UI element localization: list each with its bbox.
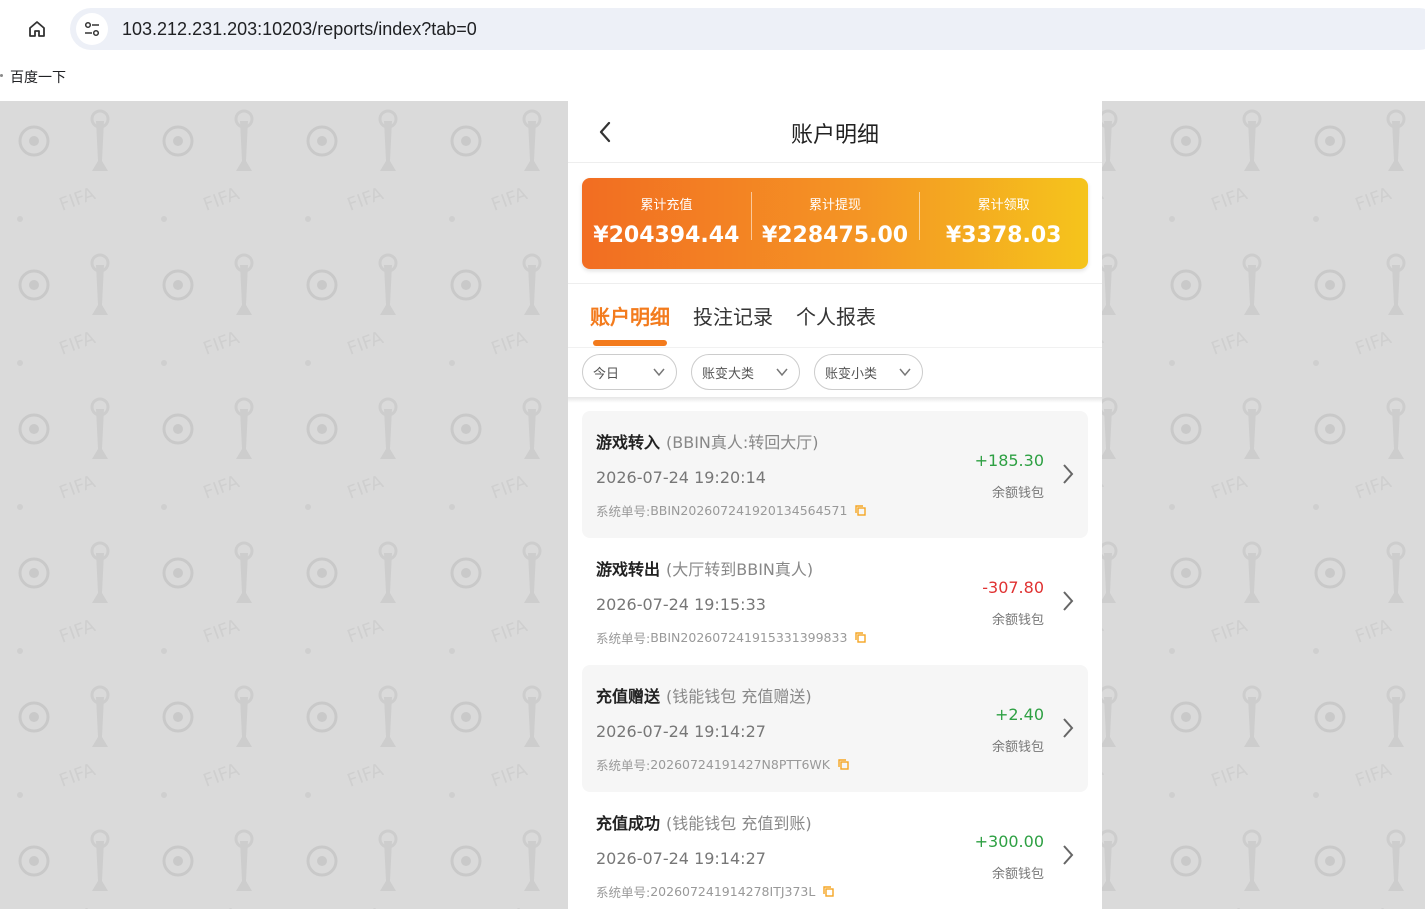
record-time: 2026-07-24 19:20:14	[596, 468, 766, 487]
chevron-down-icon	[899, 368, 911, 377]
bookmark-baidu[interactable]: 百度一下	[0, 67, 66, 87]
summary-value: ¥204394.44	[593, 222, 740, 248]
record-detail: (大厅转到BBIN真人)	[666, 560, 814, 579]
order-label: 系统单号:	[596, 885, 651, 900]
record-type: 游戏转出	[596, 560, 661, 579]
filter-date[interactable]: 今日	[582, 354, 677, 390]
record-type: 游戏转入	[596, 433, 661, 452]
record-order: 系统单号: BBIN20260724192013456457​1	[596, 501, 867, 520]
chevron-right-icon	[1063, 845, 1074, 865]
order-label: 系统单号:	[596, 504, 651, 519]
filter-category[interactable]: 账变大类	[691, 354, 800, 390]
order-label: 系统单号:	[596, 631, 651, 646]
record-time: 2026-07-24 19:15:33	[596, 595, 766, 614]
record-order: 系统单号: 20260724191427N8PTT6WK	[596, 755, 849, 774]
record-order: 系统单号: 202607241914278ITJ373L	[596, 882, 835, 901]
copy-icon[interactable]	[855, 632, 867, 643]
chevron-down-icon	[776, 368, 788, 377]
record-title: 游戏转出 (大厅转到BBIN真人)	[596, 556, 813, 580]
mobile-page: 账户明细 累计充值 ¥204394.44 累计提现 ¥228475.00 累计领…	[568, 101, 1102, 909]
address-bar[interactable]: 103.212.231.203:10203/reports/index?tab=…	[70, 8, 1425, 50]
divider	[568, 397, 1102, 403]
record-type: 充值成功	[596, 814, 661, 833]
summary-total-withdraw: 累计提现 ¥228475.00	[750, 178, 920, 269]
summary-label: 累计领取	[977, 197, 1030, 213]
record-detail: (BBIN真人:转回大厅)	[666, 433, 819, 452]
record-detail: (钱能钱包 充值到账)	[666, 814, 812, 833]
filter-label: 账变小类	[825, 366, 878, 382]
copy-icon[interactable]	[838, 759, 849, 770]
copy-icon[interactable]	[823, 886, 835, 897]
record-amount: +185.30	[974, 451, 1044, 470]
bookmarks-bar: 百度一下	[0, 58, 1425, 101]
list-item[interactable]: 游戏转出 (大厅转到BBIN真人) 2026-07-24 19:15:33 系统单…	[582, 538, 1088, 665]
browser-toolbar: 103.212.231.203:10203/reports/index?tab=…	[0, 0, 1425, 58]
summary-value: ¥228475.00	[761, 222, 909, 248]
order-number: BBIN20260724192013456457​1	[650, 503, 848, 518]
chevron-right-icon	[1063, 591, 1074, 611]
summary-total-claimed: 累计领取 ¥3378.03	[919, 178, 1088, 269]
site-info-icon[interactable]	[76, 13, 108, 45]
chevron-right-icon	[1063, 718, 1074, 738]
tab-bar: 账户明细 投注记录 个人报表	[568, 297, 1102, 347]
list-item[interactable]: 充值赠送 (钱能钱包 充值赠送) 2026-07-24 19:14:27 系统单号…	[582, 665, 1088, 792]
list-item[interactable]: 游戏转入 (BBIN真人:转回大厅) 2026-07-24 19:20:14 系统…	[582, 411, 1088, 538]
record-order: 系统单号: BBIN20260724191533139983​3	[596, 628, 867, 647]
tab-active-indicator	[593, 340, 667, 346]
divider	[568, 283, 1102, 284]
record-time: 2026-07-24 19:14:27	[596, 849, 766, 868]
filter-subcategory[interactable]: 账变小类	[814, 354, 923, 390]
record-type: 充值赠送	[596, 687, 661, 706]
url-text[interactable]: 103.212.231.203:10203/reports/index?tab=…	[122, 19, 477, 40]
order-number: BBIN20260724191533139983​3	[650, 630, 848, 645]
order-number: 20260724191427N8PTT6WK	[650, 757, 830, 772]
filter-label: 今日	[593, 366, 620, 382]
summary-card: 累计充值 ¥204394.44 累计提现 ¥228475.00 累计领取 ¥33…	[582, 178, 1088, 269]
chevron-right-icon	[1063, 464, 1074, 484]
chevron-down-icon	[653, 368, 665, 377]
summary-total-deposit: 累计充值 ¥204394.44	[582, 178, 751, 269]
record-title: 充值成功 (钱能钱包 充值到账)	[596, 810, 812, 834]
tab-personal-report[interactable]: 个人报表	[796, 301, 876, 330]
copy-icon[interactable]	[855, 505, 867, 516]
record-wallet: 余额钱包	[991, 613, 1044, 628]
record-time: 2026-07-24 19:14:27	[596, 722, 766, 741]
record-title: 充值赠送 (钱能钱包 充值赠送)	[596, 683, 812, 707]
tab-bet-records[interactable]: 投注记录	[693, 301, 773, 330]
record-wallet: 余额钱包	[991, 486, 1044, 501]
home-icon[interactable]	[22, 14, 52, 44]
nav-bar: 账户明细	[568, 101, 1102, 163]
record-wallet: 余额钱包	[991, 867, 1044, 882]
record-amount: -307.80	[982, 578, 1044, 597]
summary-label: 累计提现	[809, 197, 862, 213]
summary-value: ¥3378.03	[945, 222, 1062, 248]
order-number: 202607241914278ITJ373L	[650, 884, 816, 899]
summary-label: 累计充值	[640, 197, 693, 213]
record-detail: (钱能钱包 充值赠送)	[666, 687, 812, 706]
list-item[interactable]: 充值成功 (钱能钱包 充值到账) 2026-07-24 19:14:27 系统单号…	[582, 792, 1088, 909]
record-amount: +2.40	[994, 705, 1044, 724]
divider	[568, 347, 1102, 348]
record-amount: +300.00	[974, 832, 1044, 851]
filter-label: 账变大类	[702, 366, 755, 382]
page-title: 账户明细	[790, 123, 879, 148]
order-label: 系统单号:	[596, 758, 651, 773]
record-title: 游戏转入 (BBIN真人:转回大厅)	[596, 429, 819, 453]
tab-account-detail[interactable]: 账户明细	[590, 301, 670, 330]
record-wallet: 余额钱包	[991, 740, 1044, 755]
